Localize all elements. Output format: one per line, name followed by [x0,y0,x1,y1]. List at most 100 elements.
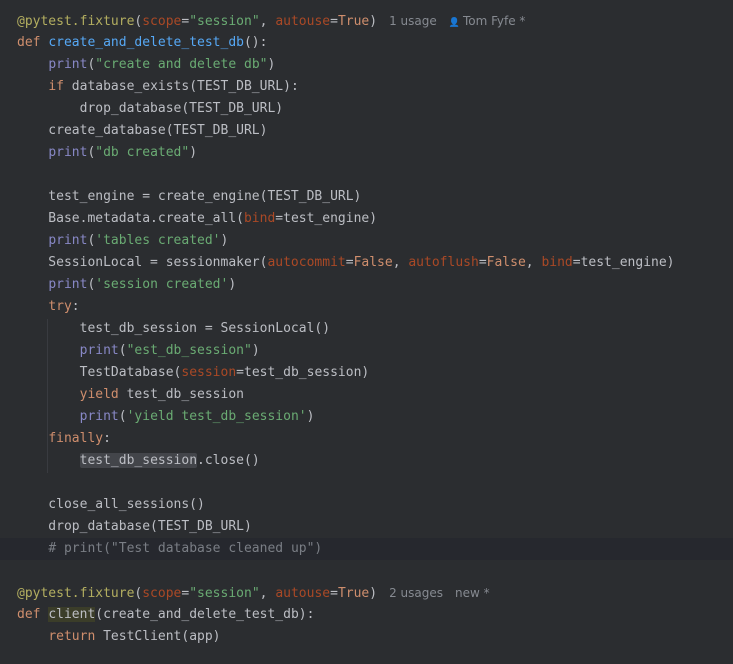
code-token: : [71,299,80,314]
code-token: ) [189,145,198,160]
code-token: print [79,409,119,424]
code-token: autocommit [267,255,346,270]
code-text[interactable]: drop_database(TEST_DB_URL) [17,98,284,120]
code-text[interactable]: def client(create_and_delete_test_db): [17,604,314,626]
code-text[interactable]: SessionLocal = sessionmaker(autocommit=F… [17,252,675,274]
code-token: test_db_session [79,453,198,468]
code-line[interactable]: yield test_db_session [0,384,733,406]
code-line[interactable]: test_db_session.close() [0,450,733,472]
code-token: (create_and_delete_test_db): [95,607,315,622]
code-token: drop_database(TEST_DB_URL) [17,101,284,116]
person-icon: 👤 [448,18,460,28]
code-token: bind [243,211,276,226]
code-line[interactable]: def create_and_delete_test_db(): [0,32,733,54]
code-text[interactable]: close_all_sessions() [17,494,205,516]
code-line[interactable]: Base.metadata.create_all(bind=test_engin… [0,208,733,230]
code-line[interactable]: close_all_sessions() [0,494,733,516]
inlay-hint[interactable]: 2 usages new * [389,586,490,600]
code-line[interactable] [0,164,733,186]
code-text[interactable]: TestDatabase(session=test_db_session) [17,362,370,384]
code-token: test_db_session = SessionLocal() [17,321,331,336]
code-line[interactable]: print("create and delete db") [0,54,733,76]
code-token: , [259,586,276,601]
code-line[interactable]: TestDatabase(session=test_db_session) [0,362,733,384]
code-token: print [48,145,88,160]
code-text[interactable]: print('session created') [17,274,236,296]
code-text[interactable]: @pytest.fixture(scope="session", autouse… [17,10,525,34]
code-token: def [17,607,49,622]
code-line[interactable]: print('session created') [0,274,733,296]
code-text[interactable]: drop_database(TEST_DB_URL) [17,516,252,538]
code-text[interactable]: # print("Test database cleaned up") [17,538,322,560]
code-token: : [103,431,111,446]
code-token: finally [48,431,104,446]
code-line[interactable]: print("db created") [0,142,733,164]
code-token: print [48,57,88,72]
code-line[interactable]: drop_database(TEST_DB_URL) [0,516,733,538]
code-line[interactable]: test_db_session = SessionLocal() [0,318,733,340]
code-text[interactable]: if database_exists(TEST_DB_URL): [17,76,298,98]
author-hint[interactable]: new * [455,586,490,600]
code-line[interactable]: @pytest.fixture(scope="session", autouse… [0,582,733,604]
code-text[interactable]: try: [17,296,80,318]
code-line[interactable]: SessionLocal = sessionmaker(autocommit=F… [0,252,733,274]
code-line[interactable]: try: [0,296,733,318]
code-line[interactable]: print("est_db_session") [0,340,733,362]
code-text[interactable]: print("est_db_session") [17,340,260,362]
code-token: =test_engine) [572,255,675,270]
code-token: 'tables created' [95,233,221,248]
usages-hint[interactable]: 1 usage [389,14,437,28]
code-line[interactable]: if database_exists(TEST_DB_URL): [0,76,733,98]
code-line[interactable]: # print("Test database cleaned up") [0,538,733,560]
usages-hint[interactable]: 2 usages [389,586,443,600]
code-line[interactable] [0,560,733,582]
code-token: "est_db_session" [126,343,252,358]
code-token: session [181,365,237,380]
code-text[interactable]: test_engine = create_engine(TEST_DB_URL) [17,186,361,208]
code-text[interactable]: print('tables created') [17,230,228,252]
code-token: return [48,629,104,644]
code-text[interactable]: print("create and delete db") [17,54,275,76]
code-text[interactable]: @pytest.fixture(scope="session", autouse… [17,582,490,605]
code-token: TestClient(app) [103,629,221,644]
code-token: print [48,233,88,248]
code-text[interactable]: print("db created") [17,142,197,164]
code-token: ) [228,277,237,292]
code-text[interactable]: yield test_db_session [17,384,244,406]
code-text[interactable]: create_database(TEST_DB_URL) [17,120,267,142]
code-text[interactable]: finally: [17,428,111,450]
code-line[interactable]: print('tables created') [0,230,733,252]
code-line[interactable]: create_database(TEST_DB_URL) [0,120,733,142]
code-line[interactable] [0,472,733,494]
code-token: Base.metadata.create_all( [17,211,244,226]
code-token: ) [369,586,378,601]
code-line[interactable]: @pytest.fixture(scope="session", autouse… [0,10,733,32]
author-hint[interactable]: 👤 Tom Fyfe * [449,14,526,28]
code-token: if [48,79,72,94]
code-line[interactable]: test_engine = create_engine(TEST_DB_URL) [0,186,733,208]
code-token: =test_db_session) [236,365,370,380]
code-token: , [525,255,542,270]
code-token: scope [142,14,182,29]
code-token: =test_engine) [275,211,378,226]
code-text[interactable]: print('yield test_db_session') [17,406,315,428]
code-text[interactable]: Base.metadata.create_all(bind=test_engin… [17,208,377,230]
code-token: ( [118,343,127,358]
code-line[interactable]: drop_database(TEST_DB_URL) [0,98,733,120]
code-text[interactable]: test_db_session.close() [17,450,260,472]
code-line[interactable]: finally: [0,428,733,450]
code-text[interactable]: return TestClient(app) [17,626,221,648]
code-line[interactable]: print('yield test_db_session') [0,406,733,428]
code-text[interactable]: test_db_session = SessionLocal() [17,318,330,340]
code-line[interactable]: return TestClient(app) [0,626,733,648]
inlay-hint[interactable]: 1 usage 👤 Tom Fyfe * [389,14,525,28]
code-text[interactable]: def create_and_delete_test_db(): [17,32,267,54]
code-line[interactable]: def client(create_and_delete_test_db): [0,604,733,626]
code-token: = [478,255,487,270]
code-editor[interactable]: @pytest.fixture (scope = "session", autouse… [0,0,733,664]
code-token: test_db_session [126,387,244,402]
code-token: , [259,14,276,29]
